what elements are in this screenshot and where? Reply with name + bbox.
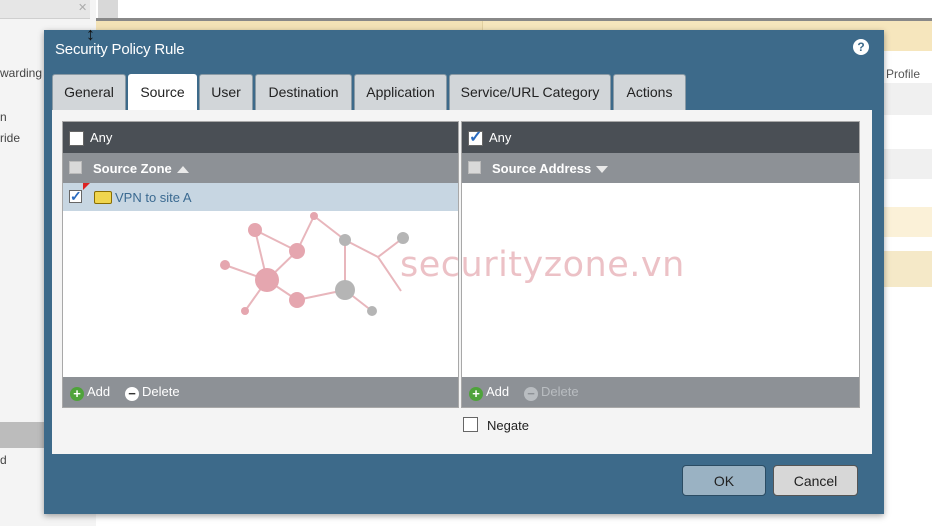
ok-button[interactable]: OK xyxy=(682,465,766,496)
tab-application[interactable]: Application xyxy=(354,74,447,110)
tab-service-url-category[interactable]: Service/URL Category xyxy=(449,74,611,110)
plus-icon: + xyxy=(70,387,84,401)
checkmark-icon: ✓ xyxy=(70,188,82,204)
dialog-title: Security Policy Rule xyxy=(55,41,185,58)
source-address-any-label: Any xyxy=(489,130,512,145)
background-column-header: Profile xyxy=(886,67,921,81)
zone-icon xyxy=(94,191,112,204)
clear-icon: ✕ xyxy=(78,2,88,14)
source-address-add-button[interactable]: + Add xyxy=(469,384,509,401)
resize-cursor-icon: ↕ xyxy=(86,24,95,44)
sort-menu-icon xyxy=(596,166,609,174)
source-zone-add-button[interactable]: + Add xyxy=(70,384,110,401)
modified-flag-icon xyxy=(83,183,90,190)
tab-user[interactable]: User xyxy=(199,74,253,110)
source-address-delete-button[interactable]: − Delete xyxy=(524,384,579,401)
search-icon xyxy=(98,0,118,18)
checkmark-icon: ✓ xyxy=(469,129,483,146)
source-zone-column-header[interactable]: Source Zone xyxy=(63,153,458,183)
tab-destination[interactable]: Destination xyxy=(255,74,352,110)
background-toolbar xyxy=(96,0,932,21)
sort-ascending-icon xyxy=(176,166,189,174)
source-address-header-label: Source Address xyxy=(492,161,592,176)
background-sidebar-text: n xyxy=(0,110,7,124)
tab-source[interactable]: Source xyxy=(128,74,197,112)
source-zone-any-checkbox[interactable] xyxy=(69,131,84,146)
negate-checkbox[interactable] xyxy=(463,417,478,432)
source-address-select-all-checkbox[interactable] xyxy=(468,161,481,174)
tab-actions[interactable]: Actions xyxy=(613,74,686,110)
source-zone-delete-button[interactable]: − Delete xyxy=(125,384,180,401)
source-zone-any-bar: Any xyxy=(63,122,458,153)
negate-label: Negate xyxy=(487,418,529,433)
background-sidebar-text: ride xyxy=(0,131,21,145)
source-zone-select-all-checkbox[interactable] xyxy=(69,161,82,174)
source-address-footer: + Add − Delete xyxy=(462,377,859,407)
background-sidebar-text: warding xyxy=(0,66,43,80)
minus-icon: − xyxy=(125,387,139,401)
background-sidebar-text: d xyxy=(0,453,7,467)
source-zone-header-label: Source Zone xyxy=(93,161,172,176)
source-address-any-bar: ✓ Any xyxy=(462,122,859,153)
source-zone-footer: + Add − Delete xyxy=(63,377,458,407)
question-circle-icon[interactable]: ? xyxy=(853,39,869,55)
plus-icon: + xyxy=(469,387,483,401)
source-zone-value[interactable]: VPN to site A xyxy=(115,190,192,205)
watermark-text: securityzone.vn xyxy=(400,245,685,285)
cancel-button[interactable]: Cancel xyxy=(773,465,858,496)
source-address-column-header[interactable]: Source Address xyxy=(462,153,859,183)
source-zone-any-label: Any xyxy=(90,130,113,145)
tab-general[interactable]: General xyxy=(52,74,126,110)
minus-icon: − xyxy=(524,387,538,401)
background-search-box: ✕ xyxy=(0,0,90,19)
watermark-network-logo xyxy=(220,212,409,316)
